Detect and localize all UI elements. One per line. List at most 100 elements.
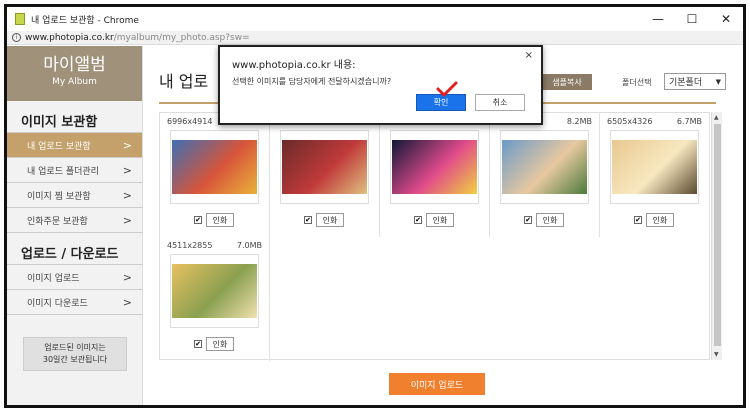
dialog-close-icon[interactable]: × <box>525 50 533 61</box>
photo-thumbnail[interactable] <box>500 130 589 204</box>
browser-window: 내 업로드 보관함 - Chrome — ☐ ✕ i www.photopia.… <box>4 4 746 408</box>
photo-cell: ✔ 인화 <box>270 113 380 237</box>
print-button[interactable]: 인화 <box>206 337 234 351</box>
minimize-icon[interactable]: — <box>641 7 675 31</box>
print-row: ✔ 인화 <box>524 213 564 227</box>
chevron-right-icon: > <box>122 138 132 152</box>
photo-filesize: 7.0MB <box>236 241 262 250</box>
sidebar-item-label: 내 업로드 폴더관리 <box>27 166 99 177</box>
window-title: 내 업로드 보관함 - Chrome <box>31 15 139 26</box>
sidebar-item-label: 이미지 다운로드 <box>27 298 88 309</box>
photo-dimensions: 6996x4914 <box>167 117 213 126</box>
photo-cell: 8.2MB ✔ 인화 <box>490 113 600 237</box>
sidebar-item-folder-manage[interactable]: 내 업로드 폴더관리 > <box>7 158 142 183</box>
app-icon <box>15 13 25 25</box>
chevron-right-icon: > <box>122 295 132 309</box>
photo-image <box>612 140 697 194</box>
sidebar-item-print-orders[interactable]: 인화주문 보관함 > <box>7 208 142 233</box>
chevron-right-icon: > <box>122 270 132 284</box>
print-button[interactable]: 인화 <box>206 213 234 227</box>
photo-cell: 6996x4914 ✔ 인화 <box>160 113 270 237</box>
photo-checkbox[interactable]: ✔ <box>304 216 312 224</box>
photo-image <box>502 140 587 194</box>
dropdown-arrow-icon: ▼ <box>715 77 721 86</box>
photo-checkbox[interactable]: ✔ <box>414 216 422 224</box>
red-checkmark-icon <box>436 81 458 97</box>
section-title-upload-download: 업로드 / 다운로드 <box>7 233 142 265</box>
sidebar-item-my-uploads[interactable]: 내 업로드 보관함 > <box>7 133 142 158</box>
photo-cell: 6505x4326 6.7MB ✔ 인화 <box>600 113 710 237</box>
my-album-logo[interactable]: 마이앨범 My Album <box>7 46 142 101</box>
photo-filesize: 8.2MB <box>566 117 592 126</box>
print-button[interactable]: 인화 <box>316 213 344 227</box>
sidebar: 마이앨범 My Album 이미지 보관함 내 업로드 보관함 > 내 업로드 폴… <box>7 46 143 405</box>
photo-thumbnail[interactable] <box>390 130 479 204</box>
confirm-dialog: www.photopia.co.kr 내용: × 선택한 이미지를 담당자에게 … <box>218 45 543 125</box>
photo-thumbnail[interactable] <box>170 254 259 328</box>
sidebar-item-label: 인화주문 보관함 <box>27 216 88 227</box>
cancel-button[interactable]: 취소 <box>475 94 525 111</box>
photo-gallery: 6996x4914 ✔ 인화 ✔ 인화 ✔ 인화 8.2MB ✔ 인화 6505x4326 6.7MB… <box>159 112 710 361</box>
photo-thumbnail[interactable] <box>610 130 699 204</box>
photo-checkbox[interactable]: ✔ <box>524 216 532 224</box>
scroll-down-icon[interactable]: ▼ <box>714 351 719 358</box>
window-controls: — ☐ ✕ <box>641 7 743 31</box>
sidebar-item-label: 내 업로드 보관함 <box>27 141 91 152</box>
photo-image <box>282 140 367 194</box>
notice-text: 업로드된 이미지는 30일간 보관됩니다 <box>42 343 108 364</box>
sidebar-item-image-download[interactable]: 이미지 다운로드 > <box>7 290 142 315</box>
logo-title: 마이앨범 <box>43 55 106 75</box>
photo-cell: ✔ 인화 <box>380 113 490 237</box>
logo-subtitle: My Album <box>52 77 97 87</box>
print-row: ✔ 인화 <box>634 213 674 227</box>
info-icon[interactable]: i <box>12 33 21 42</box>
print-row: ✔ 인화 <box>304 213 344 227</box>
section-title-image-storage: 이미지 보관함 <box>7 101 142 133</box>
photo-meta: 6505x4326 6.7MB <box>607 117 702 126</box>
address-bar[interactable]: i www.photopia.co.kr/myalbum/my_photo.as… <box>7 31 743 45</box>
dialog-message: 선택한 이미지를 담당자에게 전달하시겠습니까? <box>232 77 392 86</box>
photo-checkbox[interactable]: ✔ <box>634 216 642 224</box>
dialog-host: www.photopia.co.kr 내용: <box>232 60 356 71</box>
chevron-right-icon: > <box>122 188 132 202</box>
scroll-up-icon[interactable]: ▲ <box>714 114 719 121</box>
photo-image <box>392 140 477 194</box>
photo-meta: 4511x2855 7.0MB <box>167 241 262 250</box>
page-title: 내 업로 <box>159 72 209 91</box>
scroll-thumb[interactable] <box>714 124 721 346</box>
print-button[interactable]: 인화 <box>426 213 454 227</box>
photo-filesize: 6.7MB <box>676 117 702 126</box>
photo-image <box>172 264 257 318</box>
print-row: ✔ 인화 <box>194 337 234 351</box>
url-path: /myalbum/my_photo.asp?sw= <box>113 32 250 43</box>
sidebar-item-label: 이미지 찜 보관함 <box>27 191 91 202</box>
photo-thumbnail[interactable] <box>280 130 369 204</box>
photo-dimensions: 6505x4326 <box>607 117 653 126</box>
close-icon[interactable]: ✕ <box>709 7 743 31</box>
photo-thumbnail[interactable] <box>170 130 259 204</box>
folder-select-label: 폴더선택 <box>622 78 652 87</box>
photo-checkbox[interactable]: ✔ <box>194 340 202 348</box>
maximize-icon[interactable]: ☐ <box>675 7 709 31</box>
print-button[interactable]: 인화 <box>536 213 564 227</box>
image-upload-button[interactable]: 이미지 업로드 <box>389 373 485 395</box>
sample-copy-button[interactable]: 샘플복사 <box>542 74 592 90</box>
title-bar: 내 업로드 보관함 - Chrome — ☐ ✕ <box>7 7 743 31</box>
chevron-right-icon: > <box>122 163 132 177</box>
folder-select-value: 기본폴더 <box>669 78 703 88</box>
photo-image <box>172 140 257 194</box>
folder-select[interactable]: 기본폴더 ▼ <box>664 73 726 90</box>
sidebar-item-label: 이미지 업로드 <box>27 273 80 284</box>
photo-checkbox[interactable]: ✔ <box>194 216 202 224</box>
sidebar-item-favorites[interactable]: 이미지 찜 보관함 > <box>7 183 142 208</box>
photo-dimensions: 4511x2855 <box>167 241 213 250</box>
url-host: www.photopia.co.kr <box>25 32 114 43</box>
retention-notice: 업로드된 이미지는 30일간 보관됩니다 <box>23 337 127 371</box>
chevron-right-icon: > <box>122 213 132 227</box>
print-row: ✔ 인화 <box>414 213 454 227</box>
print-row: ✔ 인화 <box>194 213 234 227</box>
gallery-scrollbar[interactable]: ▲ ▼ <box>711 112 722 360</box>
photo-cell: 4511x2855 7.0MB ✔ 인화 <box>160 237 270 361</box>
print-button[interactable]: 인화 <box>646 213 674 227</box>
sidebar-item-image-upload[interactable]: 이미지 업로드 > <box>7 265 142 290</box>
